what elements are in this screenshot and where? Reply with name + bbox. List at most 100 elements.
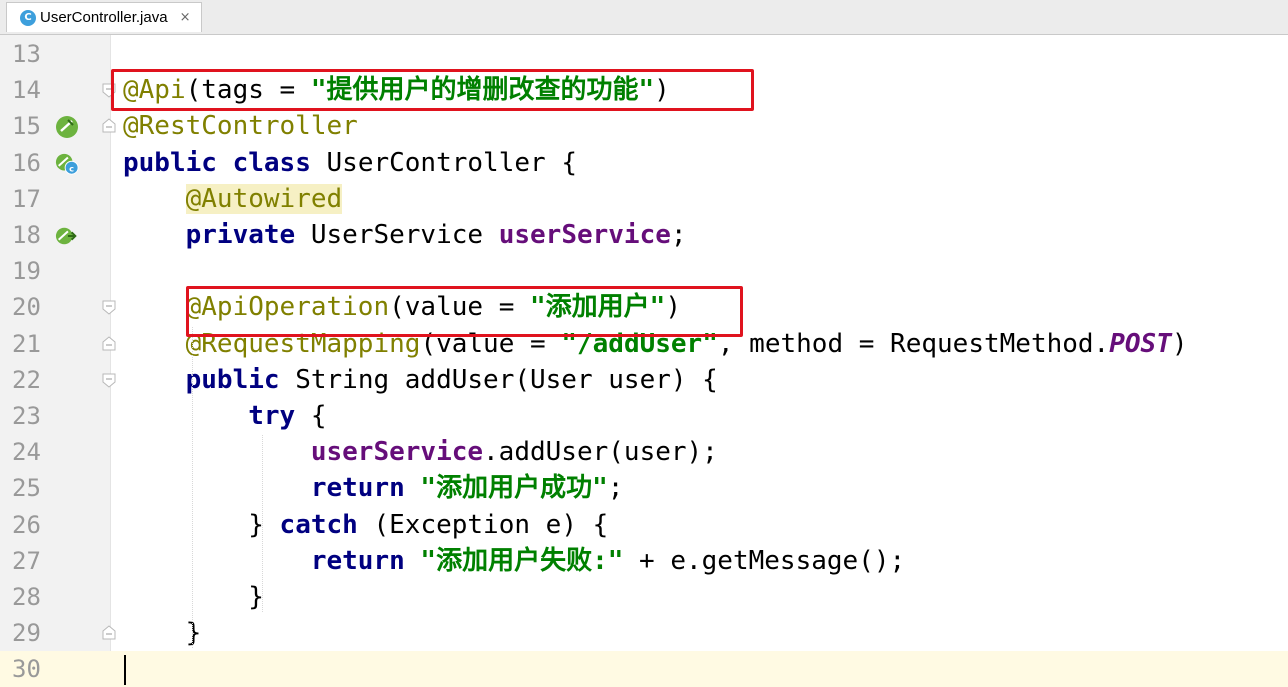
- code-line[interactable]: 23 try {: [0, 398, 1288, 434]
- code-token: , method = RequestMethod.: [717, 328, 1110, 359]
- code-token: try: [248, 401, 296, 431]
- code-token: private: [185, 220, 296, 250]
- line-number: 15: [12, 112, 41, 141]
- code-line[interactable]: 24 userService.addUser(user);: [0, 434, 1288, 470]
- code-token: @Autowired: [185, 183, 343, 214]
- code-line[interactable]: 29 }: [0, 615, 1288, 651]
- code-token: UserService: [295, 220, 499, 250]
- code-token: return: [310, 545, 405, 576]
- code-line[interactable]: 25 return "添加用户成功";: [0, 470, 1288, 506]
- code-text: }: [123, 579, 264, 615]
- code-token: catch: [279, 509, 358, 540]
- line-number: 18: [12, 221, 41, 249]
- svg-text:c: c: [69, 163, 74, 173]
- fold-end-icon[interactable]: [101, 625, 117, 641]
- code-token: }: [123, 618, 202, 649]
- code-line[interactable]: 30: [0, 651, 1288, 687]
- line-number: 26: [12, 510, 41, 539]
- code-token: public: [185, 364, 280, 395]
- code-line[interactable]: 16 c public class UserController {: [0, 145, 1288, 181]
- code-token: return: [310, 473, 405, 504]
- indent-guide: [262, 435, 263, 613]
- code-text: @Autowired: [123, 181, 343, 217]
- code-line[interactable]: 27 return "添加用户失败:" + e.getMessage();: [0, 543, 1288, 579]
- fold-end-icon[interactable]: [101, 335, 117, 352]
- code-token: .addUser(user);: [483, 437, 718, 468]
- line-number: 19: [12, 257, 41, 286]
- code-token: String addUser(User user) {: [279, 364, 718, 395]
- fold-open-icon[interactable]: [101, 299, 117, 316]
- code-line[interactable]: 13: [0, 36, 1288, 72]
- code-token: userService: [498, 220, 671, 250]
- code-text: }: [123, 615, 202, 651]
- code-line[interactable]: 18 private UserService userService;: [0, 217, 1288, 253]
- editor-tab-bar: C UserController.java ×: [0, 0, 1288, 35]
- code-text: try {: [123, 398, 327, 434]
- line-number: 29: [12, 619, 41, 648]
- code-text: userService.addUser(user);: [123, 434, 718, 470]
- fold-end-icon[interactable]: [101, 118, 117, 134]
- code-token: (Exception e) {: [357, 509, 609, 540]
- spring-class-icon[interactable]: c: [55, 152, 79, 176]
- code-token: ;: [607, 473, 624, 504]
- code-token: public: [123, 147, 217, 178]
- line-number: 23: [12, 402, 41, 430]
- code-line[interactable]: 19: [0, 253, 1288, 289]
- line-number: 13: [12, 40, 41, 68]
- line-number: 24: [12, 438, 41, 467]
- code-text: @RestController: [123, 108, 358, 144]
- tab-user-controller[interactable]: C UserController.java ×: [6, 2, 202, 32]
- code-line[interactable]: 26 } catch (Exception e) {: [0, 507, 1288, 543]
- line-number: 28: [12, 583, 41, 611]
- fold-open-icon[interactable]: [101, 372, 117, 388]
- code-token: {: [295, 401, 327, 431]
- line-number: 17: [12, 184, 41, 213]
- line-number: 22: [12, 365, 41, 394]
- line-number: 14: [12, 76, 41, 105]
- code-text: } catch (Exception e) {: [123, 507, 608, 543]
- autowired-navigate-icon[interactable]: [55, 224, 79, 248]
- code-token: POST: [1109, 328, 1172, 359]
- line-number: 25: [12, 474, 41, 503]
- line-number: 16: [12, 148, 41, 177]
- code-token: ;: [670, 220, 687, 250]
- highlight-box-apioperation: [186, 286, 743, 337]
- highlight-box-api: [111, 69, 754, 112]
- code-token: UserController {: [310, 147, 577, 178]
- code-token: + e.getMessage();: [623, 545, 906, 576]
- code-token: }: [123, 509, 280, 540]
- code-token: class: [232, 147, 311, 178]
- code-line[interactable]: 15 @RestController: [0, 108, 1288, 144]
- code-line[interactable]: 17 @Autowired: [0, 181, 1288, 217]
- code-text: return "添加用户成功";: [123, 470, 624, 506]
- text-caret: [124, 655, 126, 686]
- code-token: "添加用户失败:": [420, 545, 624, 576]
- code-text: public String addUser(User user) {: [123, 362, 718, 398]
- code-text: return "添加用户失败:" + e.getMessage();: [123, 543, 905, 579]
- code-token: ): [1171, 328, 1188, 359]
- code-token: @RestController: [123, 111, 358, 142]
- code-line[interactable]: 28 }: [0, 579, 1288, 615]
- line-number: 30: [12, 655, 41, 684]
- close-icon[interactable]: ×: [180, 10, 191, 25]
- code-token: "添加用户成功": [420, 473, 608, 504]
- code-token: userService: [310, 437, 484, 468]
- indent-guide: [192, 326, 193, 649]
- tab-label: UserController.java: [40, 9, 168, 26]
- code-line[interactable]: 22 public String addUser(User user) {: [0, 362, 1288, 398]
- line-number: 20: [12, 293, 41, 322]
- line-number: 21: [12, 329, 41, 358]
- code-editor[interactable]: 13 14 @Api(tags = "提供用户的增删改查的功能") 15 @RestCo…: [0, 35, 1288, 687]
- spring-bean-icon[interactable]: [55, 115, 79, 139]
